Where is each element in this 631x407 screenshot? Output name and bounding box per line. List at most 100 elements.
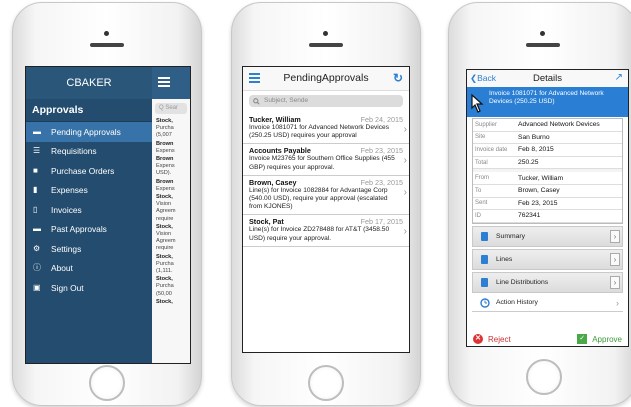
- search-input[interactable]: Subject, Sende: [249, 95, 403, 107]
- pending-header: PendingApprovals ↻: [243, 67, 409, 91]
- menu-item-label: Purchase Orders: [51, 165, 115, 176]
- approval-sender: Stock, Pat: [249, 217, 284, 227]
- peek-text: Stock,: [156, 276, 173, 283]
- action-history-row[interactable]: Action History ›: [472, 294, 623, 312]
- section-row-lines[interactable]: Lines ›: [472, 248, 623, 270]
- menu-item-past-approvals[interactable]: ▬ Past Approvals: [26, 220, 152, 240]
- menu-item-invoices[interactable]: ▯ Invoices: [26, 200, 152, 220]
- action-history-label: Action History: [496, 299, 538, 307]
- peek-text: USD).: [156, 170, 172, 177]
- menu-item-pending-approvals[interactable]: ▬ Pending Approvals: [26, 122, 152, 142]
- detail-label: ID: [475, 212, 481, 219]
- chevron-right-icon: ›: [403, 124, 407, 135]
- reject-icon: ✕: [473, 334, 483, 344]
- chevron-right-icon: ›: [403, 155, 407, 167]
- approval-header: Tucker, William Feb 24, 2015: [249, 115, 403, 124]
- detail-value: Feb 8, 2015: [518, 146, 554, 154]
- detail-row: Site San Burno: [473, 132, 622, 145]
- detail-row: Invoice date Feb 8, 2015: [473, 144, 622, 157]
- menu-item-settings[interactable]: ⚙ Settings: [26, 239, 152, 259]
- list-peek-panel: Q Sear Stock, Purcha (5,007 Brown Expens Brow…: [152, 67, 190, 363]
- chevron-right-icon: ›: [610, 275, 620, 289]
- detail-label: Supplier: [475, 121, 498, 128]
- detail-value: 250.25: [518, 159, 539, 167]
- approval-description: Invoice M23765 for Southern Office Suppl…: [249, 155, 395, 171]
- phone-details: ❮Back Details ↗ Invoice 1081071 for Adva…: [448, 2, 631, 406]
- front-camera: [540, 31, 545, 36]
- detail-value: Advanced Network Devices: [518, 121, 600, 129]
- approval-header: Stock, Pat Feb 17, 2015: [249, 217, 403, 226]
- search-icon: [253, 97, 260, 105]
- approval-header: Brown, Casey Feb 23, 2015: [249, 178, 403, 187]
- front-camera: [104, 31, 109, 36]
- peek-text: (1,111.: [156, 268, 173, 275]
- menu-item-label: Sign Out: [51, 282, 84, 293]
- document-icon: [481, 254, 488, 264]
- approval-sender: Accounts Payable: [249, 146, 311, 156]
- document-icon: [481, 277, 488, 287]
- approval-list-item[interactable]: Stock, Pat Feb 17, 2015 Line(s) for Invoic…: [243, 215, 409, 247]
- approve-button[interactable]: ✓ Approve: [577, 334, 622, 344]
- check-folder-icon: ▬: [33, 224, 41, 234]
- menu-item-sign-out[interactable]: ▣ Sign Out: [26, 278, 152, 298]
- detail-row: Sent Feb 23, 2015: [473, 198, 622, 211]
- earpiece-speaker: [309, 43, 343, 47]
- section-label: Summary: [496, 232, 526, 240]
- approval-list-item[interactable]: Tucker, William Feb 24, 2015 Invoice 10810…: [243, 113, 409, 145]
- peek-text: require: [156, 215, 174, 222]
- menu-item-about[interactable]: ⓘ About: [26, 259, 152, 279]
- peek-text: require: [156, 245, 174, 252]
- detail-value: 762341: [518, 212, 541, 220]
- home-button[interactable]: [89, 365, 125, 401]
- peek-text: Stock,: [156, 118, 173, 124]
- menu-item-label: Settings: [51, 243, 82, 254]
- peek-text: Stock,: [156, 253, 173, 260]
- approval-header: Accounts Payable Feb 23, 2015: [249, 146, 403, 155]
- home-button[interactable]: [526, 359, 562, 395]
- menu-item-label: Requisitions: [51, 146, 97, 157]
- approval-list-item[interactable]: Accounts Payable Feb 23, 2015 Invoice M237…: [243, 144, 409, 176]
- menu-item-label: Expenses: [51, 185, 88, 196]
- home-button[interactable]: [308, 365, 344, 401]
- peek-text: Stock,: [156, 194, 173, 201]
- peek-text: Agreem: [156, 208, 176, 215]
- cursor-hand-icon: [471, 93, 484, 113]
- approval-sender: Tucker, William: [249, 115, 301, 124]
- peek-text: Expens: [156, 147, 175, 154]
- menu-item-requisitions[interactable]: ☰ Requisitions: [26, 142, 152, 162]
- share-icon[interactable]: ↗: [615, 72, 623, 83]
- chevron-right-icon: ›: [616, 297, 619, 308]
- section-label: Line Distributions: [496, 278, 549, 286]
- menu-item-purchase-orders[interactable]: ■ Purchase Orders: [26, 161, 152, 181]
- peek-search-field[interactable]: Q Sear: [155, 103, 187, 114]
- info-icon: ⓘ: [33, 263, 41, 273]
- approval-date: Feb 17, 2015: [360, 217, 403, 227]
- detail-value: San Burno: [518, 133, 550, 141]
- cart-icon: ☰: [33, 146, 41, 156]
- invoice-details-table: Supplier Advanced Network Devices Site San …: [472, 118, 623, 224]
- peek-text: Vision: [156, 231, 172, 238]
- refresh-icon[interactable]: ↻: [393, 71, 403, 85]
- banner-text: Invoice 1081071 for Advanced Network Dev…: [489, 90, 604, 105]
- section-row-line-distributions[interactable]: Line Distributions ›: [472, 271, 623, 293]
- detail-row: ID 762341: [473, 210, 622, 223]
- drawer-section-heading: Approvals: [26, 99, 152, 122]
- nav-drawer: CBAKER Approvals ▬ Pending Approvals ☰ Requ…: [26, 67, 152, 363]
- pending-screen: PendingApprovals ↻ Subject, Sende Tucker…: [242, 66, 410, 353]
- approval-list-item[interactable]: Brown, Casey Feb 23, 2015 Line(s) for Invo…: [243, 176, 409, 216]
- section-row-summary[interactable]: Summary ›: [472, 225, 623, 247]
- detail-value: Feb 23, 2015: [518, 199, 558, 207]
- menu-item-label: Invoices: [51, 204, 82, 215]
- chevron-right-icon: ›: [403, 186, 407, 198]
- approve-label: Approve: [592, 334, 622, 344]
- front-camera: [323, 31, 328, 36]
- menu-item-expenses[interactable]: ▮ Expenses: [26, 181, 152, 201]
- hamburger-menu-icon[interactable]: [158, 77, 170, 87]
- details-header: ❮Back Details ↗: [467, 70, 628, 87]
- reject-button[interactable]: ✕ Reject: [473, 334, 511, 344]
- detail-label: To: [475, 187, 482, 194]
- gear-icon: ⚙: [33, 243, 41, 253]
- peek-text: Expens: [156, 185, 175, 192]
- menu-item-label: Past Approvals: [51, 224, 107, 235]
- card-icon: ▮: [33, 185, 38, 195]
